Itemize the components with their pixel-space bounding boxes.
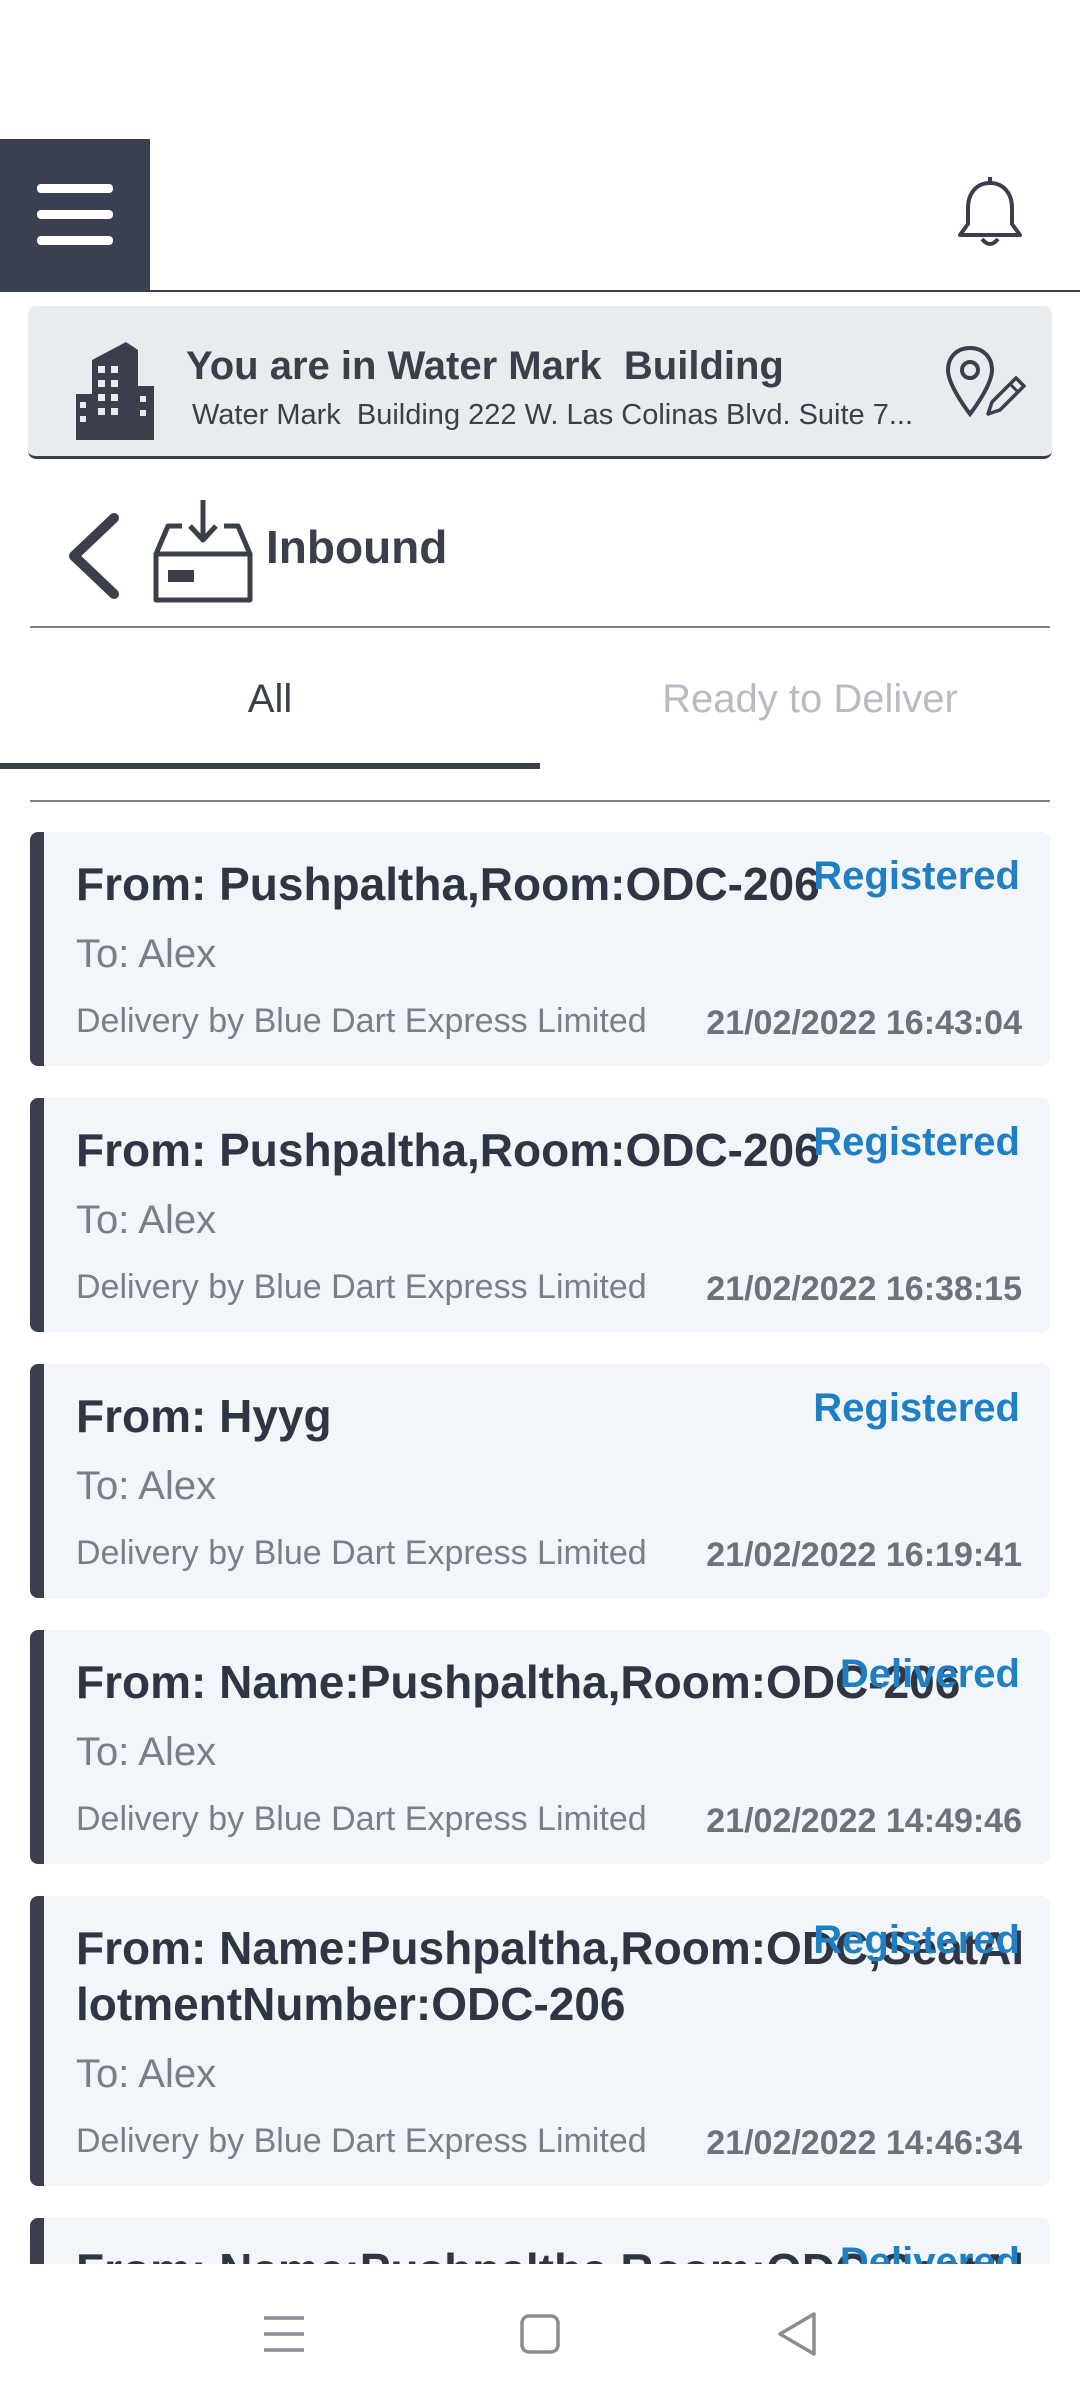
shipment-carrier: Delivery by Blue Dart Express Limited xyxy=(76,1002,647,1040)
shipment-timestamp: 21/02/2022 16:38:15 xyxy=(706,1270,1022,1308)
menu-button[interactable] xyxy=(0,139,150,290)
tab-ready-to-deliver[interactable]: Ready to Deliver xyxy=(540,628,1080,770)
tab-bar: All Ready to Deliver xyxy=(0,628,1080,800)
system-navigation-bar xyxy=(0,2264,1080,2400)
shipment-to: To: Alex xyxy=(76,2052,217,2096)
current-location-card[interactable]: You are in Water Mark Building Water Mar… xyxy=(28,306,1052,459)
shipment-card[interactable]: From: Name:Pushpaltha,Room:ODC-206 Deliv… xyxy=(30,1630,1050,1864)
shipment-card[interactable]: From: Hyyg Registered To: Alex Delivery … xyxy=(30,1364,1050,1598)
section-header: Inbound xyxy=(0,490,1080,610)
divider xyxy=(30,800,1050,802)
shipment-timestamp: 21/02/2022 16:19:41 xyxy=(706,1536,1022,1574)
home-icon[interactable] xyxy=(510,2304,570,2364)
shipment-status: Registered xyxy=(813,1120,1020,1164)
building-icon xyxy=(76,342,154,440)
shipment-card[interactable]: From: Pushpaltha,Room:ODC-206 Registered… xyxy=(30,832,1050,1066)
back-icon[interactable] xyxy=(62,512,126,600)
active-tab-indicator xyxy=(0,763,540,769)
shipment-to: To: Alex xyxy=(76,932,217,976)
shipment-carrier: Delivery by Blue Dart Express Limited xyxy=(76,2122,647,2160)
bell-icon[interactable] xyxy=(954,177,1026,253)
location-title: You are in Water Mark Building xyxy=(186,344,784,388)
location-edit-icon[interactable] xyxy=(944,344,1028,424)
shipment-to: To: Alex xyxy=(76,1730,217,1774)
shipment-list[interactable]: From: Pushpaltha,Room:ODC-206 Registered… xyxy=(0,832,1080,2264)
inbox-icon xyxy=(153,500,253,603)
shipment-card[interactable]: From: Pushpaltha,Room:ODC-206 Registered… xyxy=(30,1098,1050,1332)
shipment-to: To: Alex xyxy=(76,1198,217,1242)
shipment-card[interactable]: From: Name:Pushpaltha,Room:ODC,SeatAllot… xyxy=(30,1896,1050,2186)
shipment-timestamp: 21/02/2022 14:49:46 xyxy=(706,1802,1022,1840)
status-bar-area xyxy=(0,0,1080,139)
tab-all[interactable]: All xyxy=(0,628,540,770)
shipment-carrier: Delivery by Blue Dart Express Limited xyxy=(76,1534,647,1572)
shipment-status: Registered xyxy=(813,1386,1020,1430)
shipment-carrier: Delivery by Blue Dart Express Limited xyxy=(76,1268,647,1306)
shipment-status: Delivered xyxy=(839,2240,1020,2264)
menu-icon xyxy=(37,183,113,245)
recent-apps-icon[interactable] xyxy=(254,2304,314,2364)
page-title: Inbound xyxy=(266,521,448,573)
shipment-to: To: Alex xyxy=(76,1464,217,1508)
shipment-status: Delivered xyxy=(839,1652,1020,1696)
shipment-card[interactable]: From: Name:Pushpaltha,Room:ODC,SeatAll D… xyxy=(30,2218,1050,2264)
shipment-status: Registered xyxy=(813,1918,1020,1962)
back-nav-icon[interactable] xyxy=(768,2304,828,2364)
shipment-timestamp: 21/02/2022 14:46:34 xyxy=(706,2124,1022,2162)
shipment-timestamp: 21/02/2022 16:43:04 xyxy=(706,1004,1022,1042)
shipment-carrier: Delivery by Blue Dart Express Limited xyxy=(76,1800,647,1838)
shipment-status: Registered xyxy=(813,854,1020,898)
top-app-bar xyxy=(0,139,1080,292)
location-address: Water Mark Building 222 W. Las Colinas B… xyxy=(192,399,914,431)
